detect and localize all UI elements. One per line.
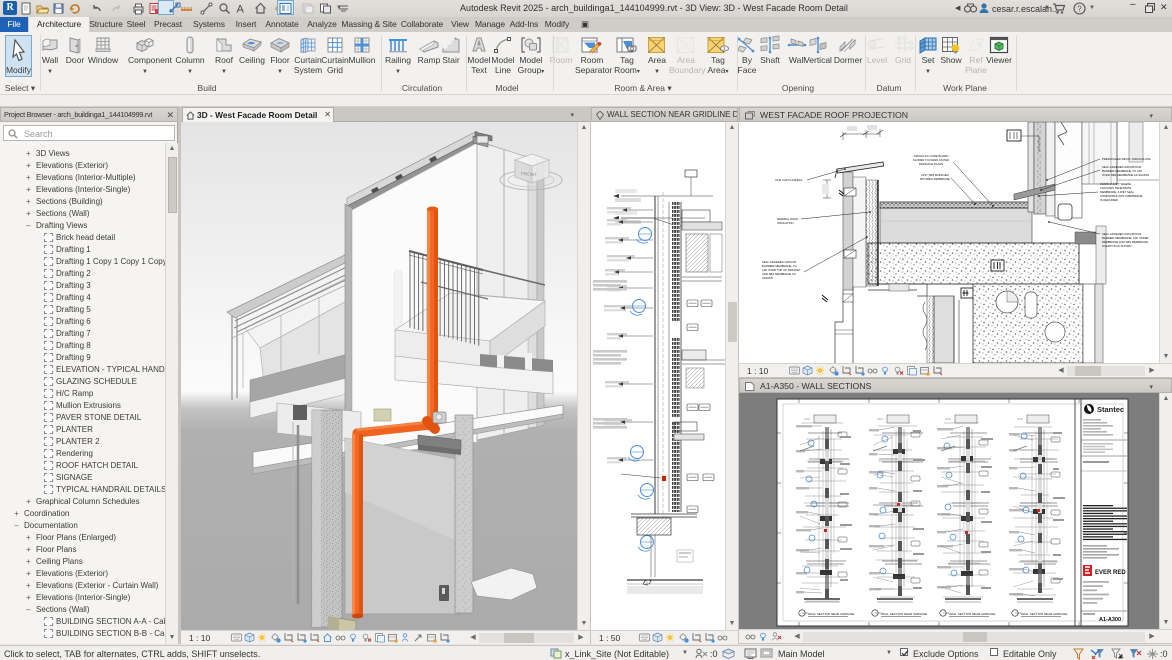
svg-text:OVERTOP AS SHOWN: OVERTOP AS SHOWN (1102, 244, 1131, 248)
svg-text:WALL SECTION NEAR GRIDLINE: WALL SECTION NEAR GRIDLINE (808, 612, 854, 616)
svg-text:BITUMEN MEMBRANE: BITUMEN MEMBRANE (920, 177, 950, 181)
svg-text:INSULATION: INSULATION (777, 221, 794, 225)
svg-text:IS REQUIRED: IS REQUIRED (1100, 198, 1118, 202)
svg-text:SHOWN: SHOWN (762, 276, 773, 280)
svg-text:A: A (237, 4, 245, 16)
svg-text:?: ? (1077, 5, 1082, 14)
svg-text:DRAINAGE PLANS: DRAINAGE PLANS (919, 162, 944, 166)
svg-text:WALL SECTION NEAR GRIDLINE: WALL SECTION NEAR GRIDLINE (881, 612, 927, 616)
svg-text:ACM CAP FLASHING: ACM CAP FLASHING (775, 178, 802, 182)
svg-text:A1-A300: A1-A300 (1099, 617, 1121, 623)
svg-text:WALL SECTION NEAR GRIDLINE: WALL SECTION NEAR GRIDLINE (949, 612, 995, 616)
svg-text:WALL SECTION NEAR GRIDLINE: WALL SECTION NEAR GRIDLINE (1021, 612, 1067, 616)
svg-text:EVER RED: EVER RED (1095, 570, 1126, 576)
svg-text:PREFINISHED METAL THROUGH-WA: PREFINISHED METAL THROUGH-WA (1102, 157, 1151, 161)
svg-text:OVER SBS MEMBRANE AS SHOWN: OVER SBS MEMBRANE AS SHOWN (1102, 173, 1149, 177)
svg-text:Stantec: Stantec (1097, 405, 1124, 414)
